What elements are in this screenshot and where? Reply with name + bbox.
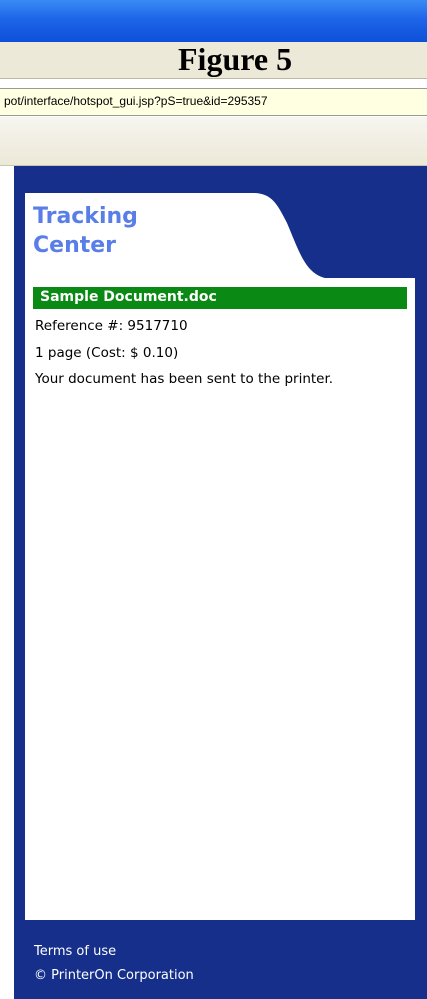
- figure-caption: Figure 5: [178, 41, 293, 77]
- page-title-line2: Center: [33, 233, 117, 258]
- copyright-text: © PrinterOn Corporation: [34, 968, 194, 983]
- document-name-bar: Sample Document.doc: [33, 287, 407, 309]
- address-url: pot/interface/hotspot_gui.jsp?pS=true&id…: [4, 94, 268, 108]
- page-title: Tracking Center: [33, 202, 138, 260]
- browser-toolbar: [0, 117, 427, 166]
- terms-of-use-link[interactable]: Terms of use: [34, 944, 116, 959]
- document-name: Sample Document.doc: [40, 289, 217, 305]
- address-bar[interactable]: pot/interface/hotspot_gui.jsp?pS=true&id…: [0, 88, 427, 116]
- figure-caption-strip: Figure 5: [0, 41, 427, 79]
- reference-number: Reference #: 9517710: [35, 318, 188, 334]
- window-title-bar: [0, 0, 427, 44]
- print-status: Your document has been sent to the print…: [35, 371, 334, 387]
- page-cost: 1 page (Cost: $ 0.10): [35, 345, 179, 361]
- page-title-line1: Tracking: [33, 204, 138, 229]
